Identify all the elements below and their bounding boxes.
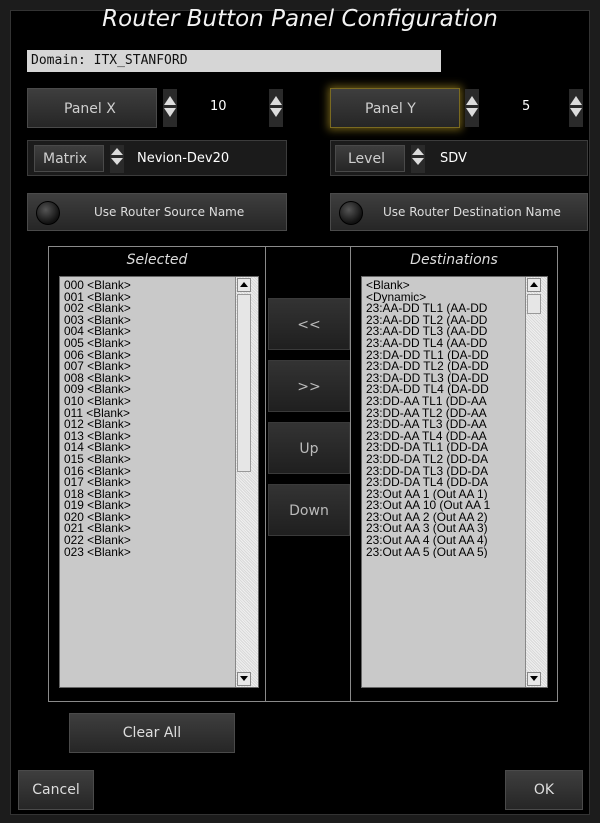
list-item[interactable]: 007 <Blank> <box>60 361 230 373</box>
list-item[interactable]: 23:DA-DD TL2 (DA-DD <box>362 361 522 373</box>
list-item[interactable]: 010 <Blank> <box>60 396 230 408</box>
list-item[interactable]: 23:DD-DA TL2 (DD-DA <box>362 454 522 466</box>
list-item[interactable]: 008 <Blank> <box>60 373 230 385</box>
panel-y-value: 5 <box>522 99 531 114</box>
selected-scroll-thumb[interactable] <box>237 294 251 472</box>
panel-y-spinner-right[interactable] <box>569 89 583 127</box>
list-item[interactable]: 23:DD-AA TL4 (DD-AA <box>362 431 522 443</box>
matrix-label: Matrix <box>43 151 88 167</box>
destinations-scrollbar[interactable] <box>525 277 547 687</box>
list-item[interactable]: 023 <Blank> <box>60 547 230 559</box>
ok-button[interactable]: OK <box>505 770 583 810</box>
list-item[interactable]: 23:DA-DD TL3 (DA-DD <box>362 373 522 385</box>
list-item[interactable]: 23:Out AA 5 (Out AA 5) <box>362 547 522 559</box>
level-spinner[interactable] <box>411 145 425 173</box>
dialog-title: Router Button Panel Configuration <box>102 6 498 32</box>
source-indicator-led <box>36 201 60 225</box>
list-item[interactable]: 23:AA-DD TL3 (AA-DD <box>362 326 522 338</box>
list-item[interactable]: 23:Out AA 4 (Out AA 4) <box>362 535 522 547</box>
use-dest-label: Use Router Destination Name <box>383 205 561 219</box>
list-item[interactable]: 002 <Blank> <box>60 303 230 315</box>
list-item[interactable]: 23:DD-AA TL1 (DD-AA <box>362 396 522 408</box>
list-item[interactable]: 23:DD-DA TL4 (DD-DA <box>362 477 522 489</box>
use-router-source-name-toggle[interactable]: Use Router Source Name <box>27 193 287 231</box>
scroll-down-icon[interactable] <box>527 672 541 686</box>
list-item[interactable]: 23:AA-DD TL2 (AA-DD <box>362 315 522 327</box>
domain-field: Domain: ITX_STANFORD <box>27 50 441 72</box>
level-value: SDV <box>440 151 467 166</box>
level-label: Level <box>348 151 385 167</box>
use-router-destination-name-toggle[interactable]: Use Router Destination Name <box>330 193 588 231</box>
panel-x-spinner-left[interactable] <box>163 89 177 127</box>
list-item[interactable]: 005 <Blank> <box>60 338 230 350</box>
list-item[interactable]: 23:Out AA 2 (Out AA 2) <box>362 512 522 524</box>
list-item[interactable]: 015 <Blank> <box>60 454 230 466</box>
list-item[interactable]: 016 <Blank> <box>60 466 230 478</box>
add-to-selected-button[interactable]: << <box>268 298 350 350</box>
destination-indicator-led <box>339 201 363 225</box>
list-item[interactable]: 013 <Blank> <box>60 431 230 443</box>
list-item[interactable]: 23:DD-DA TL1 (DD-DA <box>362 442 522 454</box>
destinations-scroll-thumb[interactable] <box>527 294 541 314</box>
panel-y-button[interactable]: Panel Y <box>330 88 460 128</box>
list-item[interactable]: 019 <Blank> <box>60 500 230 512</box>
list-item[interactable]: 004 <Blank> <box>60 326 230 338</box>
matrix-spinner[interactable] <box>110 145 124 173</box>
list-item[interactable]: 23:Out AA 1 (Out AA 1) <box>362 489 522 501</box>
panel-y-label: Panel Y <box>365 101 416 117</box>
list-item[interactable]: 018 <Blank> <box>60 489 230 501</box>
matrix-button[interactable]: Matrix <box>34 145 104 172</box>
list-item[interactable]: 022 <Blank> <box>60 535 230 547</box>
list-item[interactable]: 011 <Blank> <box>60 408 230 420</box>
selected-list[interactable]: 000 <Blank> 001 <Blank> 002 <Blank> 003 <Bl… <box>59 276 259 688</box>
list-item[interactable]: 014 <Blank> <box>60 442 230 454</box>
list-item[interactable]: 017 <Blank> <box>60 477 230 489</box>
list-item[interactable]: 006 <Blank> <box>60 350 230 362</box>
selected-header: Selected <box>126 252 188 268</box>
panel-x-label: Panel X <box>64 101 116 117</box>
list-item[interactable]: 012 <Blank> <box>60 419 230 431</box>
list-item[interactable]: 23:DD-DA TL3 (DD-DA <box>362 466 522 478</box>
list-item[interactable]: 003 <Blank> <box>60 315 230 327</box>
panel-x-button[interactable]: Panel X <box>27 88 157 128</box>
panel-x-spinner-right[interactable] <box>269 89 283 127</box>
scroll-down-icon[interactable] <box>237 672 251 686</box>
destinations-header: Destinations <box>410 252 498 268</box>
scroll-up-icon[interactable] <box>527 278 541 292</box>
use-source-label: Use Router Source Name <box>94 205 245 219</box>
list-item[interactable]: 23:AA-DD TL1 (AA-DD <box>362 303 522 315</box>
list-item[interactable]: 021 <Blank> <box>60 523 230 535</box>
selected-scrollbar[interactable] <box>235 277 258 687</box>
list-item[interactable]: 23:AA-DD TL4 (AA-DD <box>362 338 522 350</box>
scroll-up-icon[interactable] <box>237 278 251 292</box>
list-item[interactable]: 020 <Blank> <box>60 512 230 524</box>
clear-all-button[interactable]: Clear All <box>69 713 235 753</box>
destinations-list[interactable]: <Blank> <Dynamic> 23:AA-DD TL1 (AA-DD 23:AA… <box>361 276 548 688</box>
panel-y-spinner-left[interactable] <box>465 89 479 127</box>
list-item[interactable]: 23:DD-AA TL2 (DD-AA <box>362 408 522 420</box>
list-item[interactable]: 001 <Blank> <box>60 292 230 304</box>
remove-from-selected-button[interactable]: >> <box>268 360 350 412</box>
cancel-button[interactable]: Cancel <box>18 770 94 810</box>
panel-x-value: 10 <box>210 99 227 114</box>
list-item[interactable]: 23:DD-AA TL3 (DD-AA <box>362 419 522 431</box>
list-item[interactable]: <Blank> <box>362 280 522 292</box>
move-up-button[interactable]: Up <box>268 422 350 474</box>
list-item[interactable]: 009 <Blank> <box>60 384 230 396</box>
level-button[interactable]: Level <box>335 145 405 172</box>
list-item[interactable]: 23:DA-DD TL4 (DA-DD <box>362 384 522 396</box>
list-item[interactable]: 000 <Blank> <box>60 280 230 292</box>
list-item[interactable]: <Dynamic> <box>362 292 522 304</box>
matrix-value: Nevion-Dev20 <box>137 151 230 166</box>
list-item[interactable]: 23:DA-DD TL1 (DA-DD <box>362 350 522 362</box>
list-item[interactable]: 23:Out AA 10 (Out AA 1 <box>362 500 522 512</box>
list-item[interactable]: 23:Out AA 3 (Out AA 3) <box>362 523 522 535</box>
move-down-button[interactable]: Down <box>268 484 350 536</box>
